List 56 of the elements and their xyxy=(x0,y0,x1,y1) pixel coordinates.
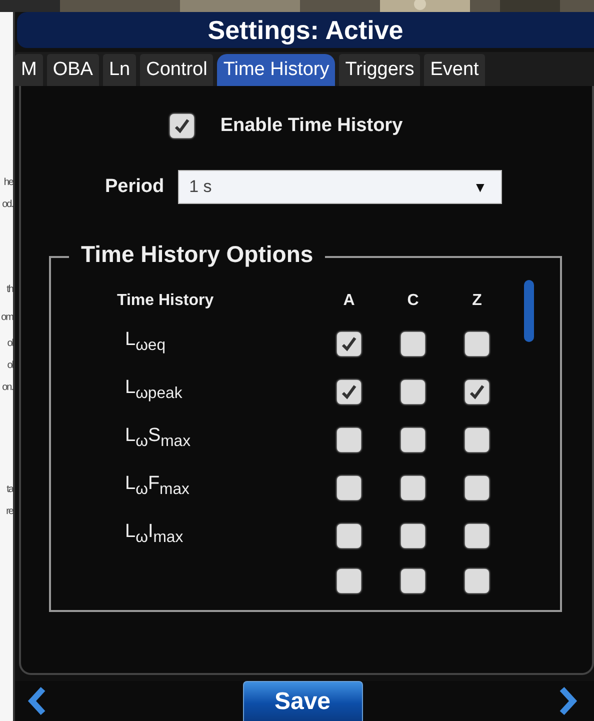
metric-label: L$_{ωeq}$ xyxy=(124,329,167,356)
tab[interactable]: OBA xyxy=(46,54,99,86)
option-checkbox[interactable] xyxy=(465,380,489,404)
metric-label: L$_{ω}$S$_{max}$ xyxy=(124,425,192,452)
tab[interactable]: Triggers xyxy=(339,54,420,86)
column-header: A xyxy=(343,292,355,310)
option-checkbox[interactable] xyxy=(465,428,489,452)
option-checkbox[interactable] xyxy=(337,428,361,452)
tab[interactable]: Ln xyxy=(102,54,136,86)
background-text: ol xyxy=(7,337,13,351)
option-checkbox[interactable] xyxy=(337,569,361,593)
option-checkbox[interactable] xyxy=(465,569,489,593)
check-icon xyxy=(341,384,357,400)
option-checkbox[interactable] xyxy=(401,569,425,593)
background-text: th xyxy=(6,283,13,297)
metric-label: L$_{ω}$I$_{max}$ xyxy=(124,521,184,548)
option-checkbox[interactable] xyxy=(401,332,425,356)
option-checkbox[interactable] xyxy=(465,524,489,548)
window-title: Settings: Active xyxy=(17,12,594,48)
option-checkbox[interactable] xyxy=(401,380,425,404)
background-text: he xyxy=(4,176,13,190)
background-text: on. xyxy=(2,381,13,395)
metric-label: L$_{ω}$F$_{max}$ xyxy=(124,473,190,500)
metric-label: L$_{ωpeak}$ xyxy=(124,377,184,404)
background-text: od. xyxy=(2,198,13,212)
option-checkbox[interactable] xyxy=(401,476,425,500)
tab[interactable]: Control xyxy=(140,54,214,86)
option-checkbox[interactable] xyxy=(337,332,361,356)
save-button[interactable]: Save xyxy=(242,681,362,721)
option-checkbox[interactable] xyxy=(337,476,361,500)
enable-label: Enable Time History xyxy=(220,115,403,137)
check-icon xyxy=(174,118,190,134)
period-select[interactable]: 1 s ▼ xyxy=(178,170,502,204)
background-text: om xyxy=(1,311,13,325)
scrollbar-thumb[interactable] xyxy=(524,280,534,342)
tab[interactable]: Time History xyxy=(217,54,336,86)
option-checkbox[interactable] xyxy=(401,428,425,452)
background-text: re xyxy=(6,505,13,519)
column-header: C xyxy=(407,292,419,310)
option-checkbox[interactable] xyxy=(465,332,489,356)
check-icon xyxy=(341,336,357,352)
background-text: ol xyxy=(7,359,13,373)
option-checkbox[interactable] xyxy=(337,524,361,548)
check-icon xyxy=(469,384,485,400)
chevron-left-icon[interactable] xyxy=(27,686,47,716)
chevron-right-icon[interactable] xyxy=(558,686,578,716)
period-label: Period xyxy=(105,176,164,198)
column-header: Z xyxy=(472,292,482,310)
tab[interactable]: M xyxy=(15,54,43,86)
option-checkbox[interactable] xyxy=(465,476,489,500)
background-text: ta xyxy=(6,483,13,497)
option-checkbox[interactable] xyxy=(337,380,361,404)
option-checkbox[interactable] xyxy=(401,524,425,548)
tab[interactable]: Event xyxy=(424,54,485,86)
enable-checkbox[interactable] xyxy=(170,114,194,138)
column-header: Time History xyxy=(117,292,214,310)
